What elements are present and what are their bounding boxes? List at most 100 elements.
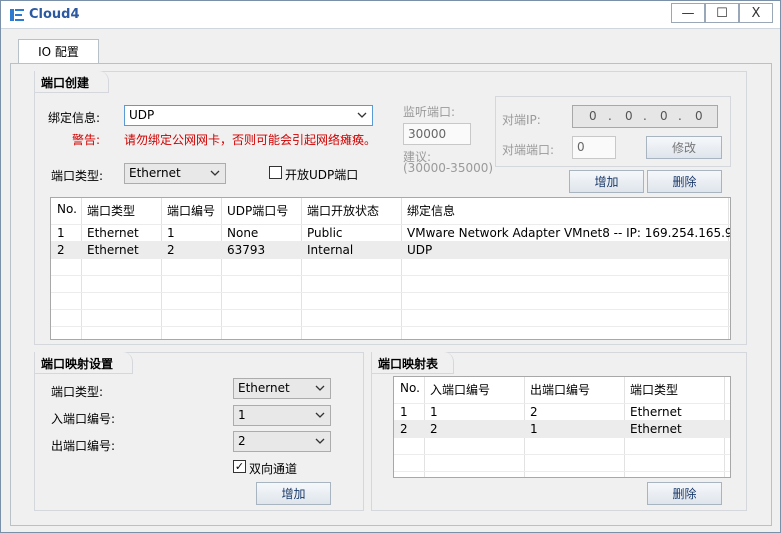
cell-port-type: Ethernet [87, 226, 139, 240]
cell-port-type: Ethernet [630, 422, 682, 436]
cell-open-state: Public [307, 226, 343, 240]
cell-port-type: Ethernet [630, 405, 682, 419]
cell-no: 2 [400, 422, 408, 436]
maximize-icon: ☐ [716, 5, 728, 21]
chevron-down-icon [315, 385, 325, 391]
ip-dot: . [643, 109, 647, 123]
col-header-in-port: 入端口编号 [430, 383, 491, 397]
bidirectional-label: 双向通道 [249, 462, 298, 476]
group-title-port-map-table: 端口映射表 [372, 352, 454, 374]
peer-ip-input[interactable]: 0 . 0 . 0 . 0 [572, 105, 718, 128]
cell-udp-port: 63793 [227, 243, 266, 257]
add-port-button[interactable]: 增加 [569, 170, 644, 193]
cell-no: 2 [57, 243, 65, 257]
delete-port-button[interactable]: 删除 [647, 170, 722, 193]
close-icon: X [751, 5, 761, 21]
cell-out-port: 1 [530, 422, 538, 436]
map-port-type-label: 端口类型: [51, 385, 104, 399]
cell-udp-port: None [227, 226, 259, 240]
checkmark-icon: ✓ [234, 460, 245, 473]
bind-info-value: UDP [129, 108, 155, 122]
cell-in-port: 2 [430, 422, 438, 436]
col-header-port-type: 端口类型 [630, 383, 679, 397]
minimize-button[interactable]: — [671, 3, 705, 23]
in-port-value: 1 [238, 408, 246, 422]
col-header-port-type: 端口类型 [87, 204, 136, 218]
cell-out-port: 2 [530, 405, 538, 419]
table-header-row: No. 入端口编号 出端口编号 端口类型 [394, 377, 730, 403]
ip-dot: . [608, 109, 612, 123]
port-map-table: No. 入端口编号 出端口编号 端口类型 1 1 2 Ethernet 2 2 … [393, 376, 731, 478]
cell-port-number: 2 [167, 243, 175, 257]
col-header-out-port: 出端口编号 [530, 383, 591, 397]
ip-octet-2: 0 [625, 109, 633, 123]
port-type-select[interactable]: Ethernet [124, 163, 226, 184]
modify-button[interactable]: 修改 [646, 136, 722, 159]
delete-mapping-button[interactable]: 删除 [647, 482, 722, 505]
port-type-value: Ethernet [129, 166, 181, 180]
port-type-label: 端口类型: [51, 169, 104, 183]
peer-port-label: 对端端口: [502, 143, 555, 157]
out-port-select[interactable]: 2 [233, 431, 331, 452]
table-row[interactable]: 1 Ethernet 1 None Public VMware Network … [51, 224, 730, 241]
table-row[interactable]: 2 2 1 Ethernet [394, 420, 730, 437]
listen-port-label: 监听端口: [403, 105, 456, 119]
group-title-port-map-settings: 端口映射设置 [35, 352, 133, 374]
cell-port-number: 1 [167, 226, 175, 240]
col-header-no: No. [400, 381, 420, 395]
title-bar: Cloud4 — ☐ X [1, 1, 780, 29]
col-header-port-number: 端口编号 [167, 204, 216, 218]
bind-info-label: 绑定信息: [48, 111, 101, 125]
listen-port-input[interactable]: 30000 [403, 123, 471, 145]
cell-no: 1 [57, 226, 65, 240]
chevron-down-icon [210, 170, 220, 176]
table-header-row: No. 端口类型 端口编号 UDP端口号 端口开放状态 绑定信息 [51, 198, 730, 224]
map-port-type-value: Ethernet [238, 381, 290, 395]
col-header-no: No. [57, 202, 77, 216]
col-header-open-state: 端口开放状态 [307, 204, 380, 218]
ip-dot: . [678, 109, 682, 123]
cell-open-state: Internal [307, 243, 354, 257]
col-header-bind-info: 绑定信息 [407, 204, 456, 218]
tab-io-config[interactable]: IO 配置 [18, 39, 99, 63]
suggest-range: (30000-35000) [403, 161, 494, 175]
group-title-port-create: 端口创建 [35, 71, 109, 93]
minimize-icon: — [681, 5, 695, 21]
open-udp-label: 开放UDP端口 [285, 168, 359, 182]
add-mapping-button[interactable]: 增加 [256, 482, 331, 505]
open-udp-checkbox[interactable] [269, 166, 282, 179]
in-port-label: 入端口编号: [51, 412, 116, 426]
peer-port-value: 0 [577, 140, 585, 154]
warning-label: 警告: [72, 133, 101, 147]
cloud-window: Cloud4 — ☐ X IO 配置 端口创建 绑定信息: UDP 警告: 请勿… [0, 0, 781, 533]
ip-octet-4: 0 [695, 109, 703, 123]
out-port-label: 出端口编号: [51, 439, 116, 453]
ip-octet-3: 0 [660, 109, 668, 123]
table-row[interactable]: 1 1 2 Ethernet [394, 403, 730, 420]
warning-text: 请勿绑定公网网卡，否则可能会引起网络瘫痪。 [124, 133, 377, 147]
chevron-down-icon [357, 112, 367, 118]
out-port-value: 2 [238, 434, 246, 448]
cloud-app-icon [10, 9, 24, 21]
chevron-down-icon [315, 438, 325, 444]
chevron-down-icon [315, 412, 325, 418]
bind-info-select[interactable]: UDP [124, 105, 373, 126]
peer-ip-label: 对端IP: [502, 113, 541, 127]
table-row[interactable]: 2 Ethernet 2 63793 Internal UDP [51, 241, 730, 258]
maximize-button[interactable]: ☐ [705, 3, 739, 23]
peer-port-input[interactable]: 0 [572, 136, 616, 159]
window-title: Cloud4 [29, 7, 80, 22]
port-table: No. 端口类型 端口编号 UDP端口号 端口开放状态 绑定信息 1 Ether… [50, 197, 731, 340]
cell-bind-info: UDP [407, 243, 433, 257]
bidirectional-checkbox[interactable]: ✓ [233, 460, 246, 473]
cell-port-type: Ethernet [87, 243, 139, 257]
ip-octet-1: 0 [589, 109, 597, 123]
in-port-select[interactable]: 1 [233, 405, 331, 426]
cell-bind-info: VMware Network Adapter VMnet8 -- IP: 169… [407, 226, 731, 240]
listen-port-value: 30000 [408, 127, 447, 141]
tab-label: IO 配置 [38, 45, 79, 59]
close-button[interactable]: X [739, 3, 773, 23]
col-header-udp-port: UDP端口号 [227, 204, 289, 218]
cell-in-port: 1 [430, 405, 438, 419]
map-port-type-select[interactable]: Ethernet [233, 378, 331, 399]
